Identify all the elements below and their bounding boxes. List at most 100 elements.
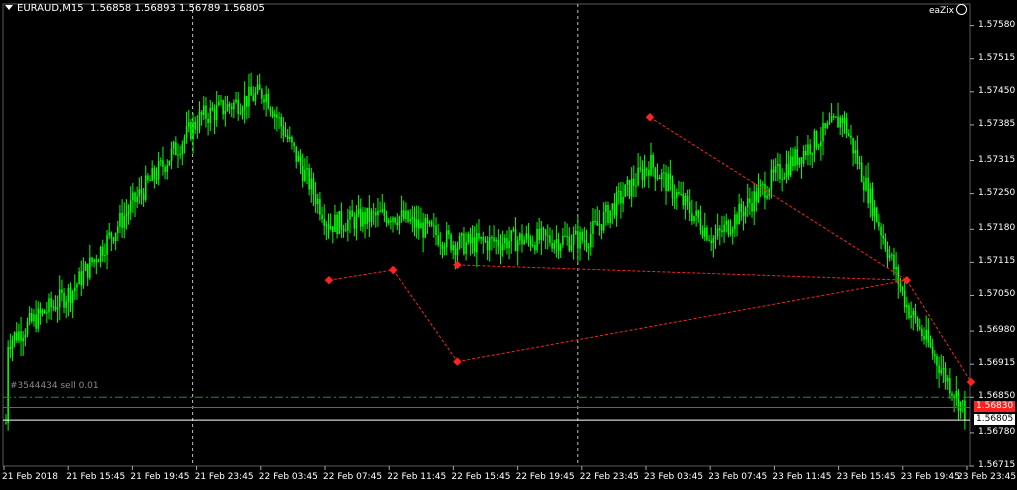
candle-body (381, 209, 384, 212)
candle-body (811, 153, 814, 155)
candle-body (473, 237, 476, 253)
candle-body (615, 191, 618, 216)
candle-body (652, 154, 654, 168)
candle-body (329, 226, 332, 230)
candle-body (385, 216, 388, 224)
candle-body (291, 136, 293, 143)
pattern-marker (453, 260, 462, 270)
candle-body (802, 150, 805, 164)
y-tick-label: 1.57515 (978, 52, 1016, 63)
x-tick-label: 23 Feb 07:45 (708, 472, 768, 482)
candle-body (906, 305, 908, 308)
candle-body (585, 241, 588, 247)
candle-body (643, 168, 646, 181)
candle-body (164, 166, 166, 172)
x-tick-label: 22 Feb 11:45 (387, 472, 447, 482)
candle-body (482, 236, 485, 241)
candle-body (222, 100, 224, 115)
candle-body (390, 220, 392, 222)
candle-body (334, 214, 336, 232)
candle-body (196, 129, 199, 131)
pattern-marker (453, 357, 462, 366)
candle-body (41, 310, 44, 314)
candle-body (469, 234, 472, 244)
candle-body (648, 170, 650, 176)
candle-body (112, 237, 115, 241)
candle-body (289, 136, 291, 140)
x-tick-label: 22 Feb 03:45 (258, 472, 318, 482)
candle-body (407, 210, 409, 222)
candle-body (82, 270, 85, 286)
y-tick-label: 1.57250 (978, 187, 1016, 198)
candle-body (349, 210, 351, 220)
candlestick-chart[interactable] (0, 0, 1017, 490)
candle-body (510, 230, 513, 242)
candle-body (248, 86, 250, 107)
candle-body (570, 244, 573, 251)
candle-body (699, 218, 702, 231)
candle-body (841, 117, 844, 123)
candle-body (76, 284, 78, 288)
candle-body (61, 289, 63, 293)
candle-body (854, 150, 857, 154)
smiley-icon (956, 4, 967, 15)
candle-body (258, 84, 261, 90)
y-tick-label: 1.57385 (978, 118, 1016, 129)
candle-body (525, 233, 528, 240)
candle-body (215, 105, 218, 120)
candle-body (536, 228, 538, 251)
candle-body (523, 239, 525, 245)
candle-body (351, 210, 353, 217)
candle-body (895, 266, 897, 270)
candle-body (168, 160, 171, 166)
candle-body (86, 263, 89, 278)
candle-body (549, 235, 551, 243)
candle-body (779, 163, 781, 179)
candle-body (276, 114, 278, 118)
candle-body (33, 314, 35, 322)
candle-body (721, 230, 723, 233)
candle-body (312, 178, 315, 195)
candle-body (149, 180, 151, 182)
candle-body (695, 210, 697, 216)
candle-body (693, 215, 695, 222)
candle-body (443, 247, 446, 249)
candle-body (867, 177, 869, 204)
candle-body (738, 203, 740, 225)
candle-body (792, 156, 794, 167)
order-label: #3544434 sell 0.01 (10, 381, 99, 391)
candle-body (843, 118, 846, 123)
candle-body (946, 377, 949, 382)
candle-body (559, 245, 562, 251)
candle-body (544, 229, 547, 236)
candle-body (213, 110, 216, 120)
candle-body (392, 217, 394, 222)
x-tick-label: 23 Feb 23:45 (957, 472, 1017, 482)
y-tick-label: 1.56715 (978, 460, 1016, 470)
candle-body (106, 235, 108, 255)
candle-body (316, 198, 319, 205)
candle-body (706, 227, 708, 240)
candle-body (18, 331, 20, 341)
chevron-down-icon[interactable] (5, 5, 13, 10)
pattern-marker (902, 275, 912, 285)
candle-body (863, 182, 865, 191)
candle-body (121, 212, 123, 228)
candle-body (183, 137, 186, 145)
candle-body (798, 157, 801, 165)
bid-price-tag: 1.56805 (974, 414, 1016, 426)
ohlc-values: 1.56858 1.56893 1.56789 1.56805 (89, 3, 265, 14)
candle-body (822, 123, 824, 142)
candle-body (310, 178, 313, 190)
candle-body (590, 234, 592, 248)
candle-body (151, 168, 153, 181)
candle-body (160, 160, 162, 162)
candle-body (602, 211, 605, 231)
x-tick-label: 23 Feb 11:45 (772, 472, 832, 482)
pattern-line (457, 264, 907, 281)
candle-body (951, 393, 953, 396)
candle-body (54, 306, 57, 310)
candle-body (129, 200, 132, 212)
candle-body (931, 346, 934, 355)
candle-body (50, 298, 52, 308)
